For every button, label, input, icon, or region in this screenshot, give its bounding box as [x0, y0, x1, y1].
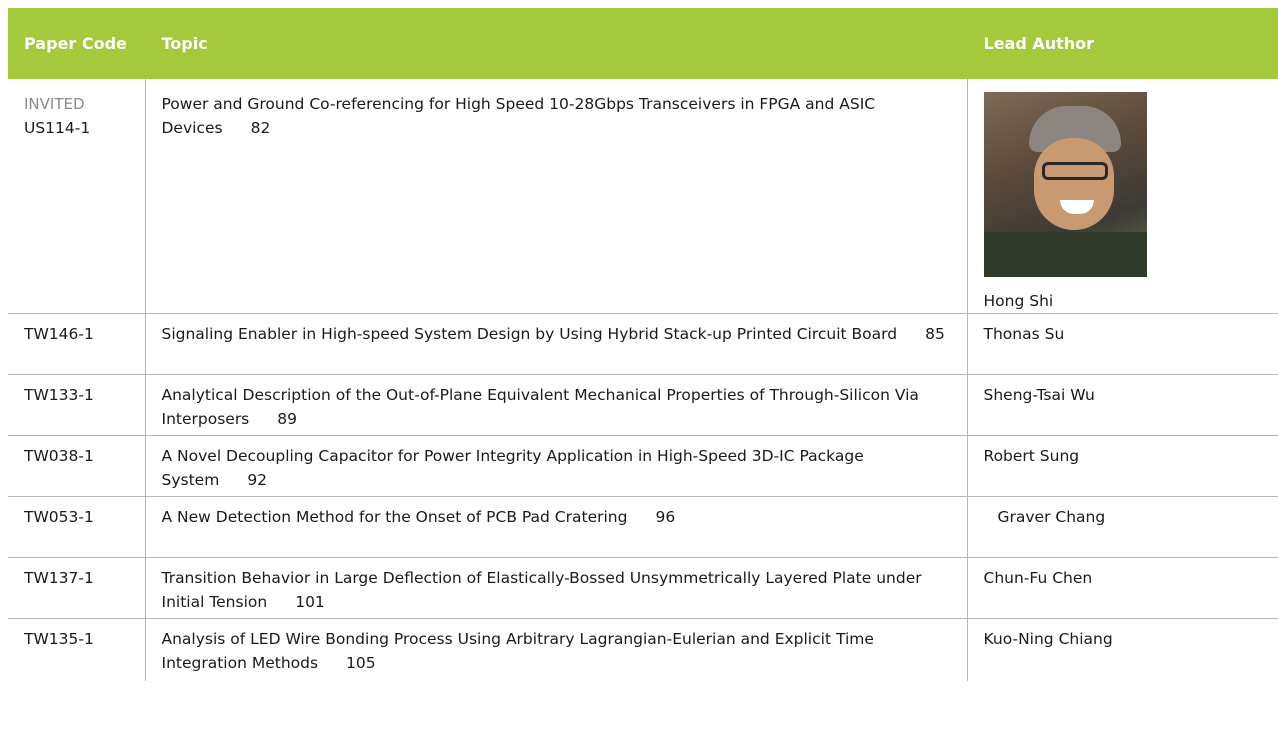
paper-title: Analytical Description of the Out-of-Pla… — [161, 386, 919, 428]
topic-cell: A Novel Decoupling Capacitor for Power I… — [145, 435, 968, 497]
topic-cell: Analytical Description of the Out-of-Pla… — [145, 374, 968, 436]
paper-title: Signaling Enabler in High-speed System D… — [161, 325, 898, 343]
author-cell: Chun-Fu Chen — [967, 557, 1278, 619]
author-cell: Sheng-Tsai Wu — [967, 374, 1278, 436]
author-photo — [983, 92, 1147, 277]
lead-author-name: Hong Shi — [983, 292, 1054, 310]
paper-code-cell: INVITED US114-1 — [8, 79, 146, 314]
paper-code-cell: TW038-1 — [8, 435, 146, 497]
lead-author-name: Kuo-Ning Chiang — [983, 630, 1113, 648]
header-lead-author: Lead Author — [967, 8, 1278, 79]
lead-author-name: Sheng-Tsai Wu — [983, 386, 1095, 404]
page-number: 85 — [925, 325, 945, 343]
header-row: Paper Code Topic Lead Author — [8, 8, 1278, 79]
invited-badge: INVITED — [24, 95, 85, 113]
papers-table: Paper Code Topic Lead Author INVITED US1… — [8, 8, 1278, 681]
paper-code: TW053-1 — [24, 508, 94, 526]
table-row: TW053-1 A New Detection Method for the O… — [8, 496, 1278, 558]
lead-author-name: Thonas Su — [983, 325, 1065, 343]
table-row: TW135-1 Analysis of LED Wire Bonding Pro… — [8, 618, 1278, 682]
paper-code: TW135-1 — [24, 630, 94, 648]
paper-code-cell: TW053-1 — [8, 496, 146, 558]
page-number: 82 — [250, 119, 271, 137]
paper-code: TW137-1 — [24, 569, 94, 587]
author-cell: Robert Sung — [967, 435, 1278, 497]
table-row: TW133-1 Analytical Description of the Ou… — [8, 374, 1278, 436]
page-number: 105 — [346, 654, 376, 672]
papers-table-container: Paper Code Topic Lead Author INVITED US1… — [8, 8, 1278, 681]
paper-code-cell: TW137-1 — [8, 557, 146, 619]
paper-title: Analysis of LED Wire Bonding Process Usi… — [161, 630, 874, 672]
paper-title: Transition Behavior in Large Deflection … — [161, 569, 922, 611]
paper-code-cell: TW135-1 — [8, 618, 146, 681]
topic-cell: Signaling Enabler in High-speed System D… — [145, 313, 968, 375]
topic-cell: Power and Ground Co-referencing for High… — [145, 79, 968, 314]
table-row: INVITED US114-1 Power and Ground Co-refe… — [8, 79, 1278, 314]
table-row: TW038-1 A Novel Decoupling Capacitor for… — [8, 435, 1278, 497]
page-number: 96 — [655, 508, 676, 526]
topic-cell: Transition Behavior in Large Deflection … — [145, 557, 968, 619]
header-paper-code: Paper Code — [8, 8, 146, 79]
topic-cell: A New Detection Method for the Onset of … — [145, 496, 968, 558]
page-number: 92 — [247, 471, 268, 489]
lead-author-name: Chun-Fu Chen — [983, 569, 1093, 587]
paper-code: US114-1 — [24, 119, 91, 137]
lead-author-name: Graver Chang — [997, 508, 1106, 526]
author-cell: Hong Shi — [967, 79, 1278, 314]
page-number: 89 — [277, 410, 297, 428]
paper-title: A New Detection Method for the Onset of … — [161, 508, 628, 526]
paper-code: TW038-1 — [24, 447, 94, 465]
paper-code: TW146-1 — [24, 325, 94, 343]
paper-code-cell: TW146-1 — [8, 313, 146, 375]
page-number: 101 — [295, 593, 325, 611]
author-cell: Graver Chang — [967, 496, 1278, 558]
topic-cell: Analysis of LED Wire Bonding Process Usi… — [145, 618, 968, 681]
table-row: TW146-1 Signaling Enabler in High-speed … — [8, 313, 1278, 375]
paper-code-cell: TW133-1 — [8, 374, 146, 436]
author-cell: Kuo-Ning Chiang — [967, 619, 1278, 682]
author-cell: Thonas Su — [967, 313, 1278, 375]
lead-author-name: Robert Sung — [983, 447, 1080, 465]
table-row: TW137-1 Transition Behavior in Large Def… — [8, 557, 1278, 619]
paper-code: TW133-1 — [24, 386, 94, 404]
header-topic: Topic — [145, 8, 968, 79]
